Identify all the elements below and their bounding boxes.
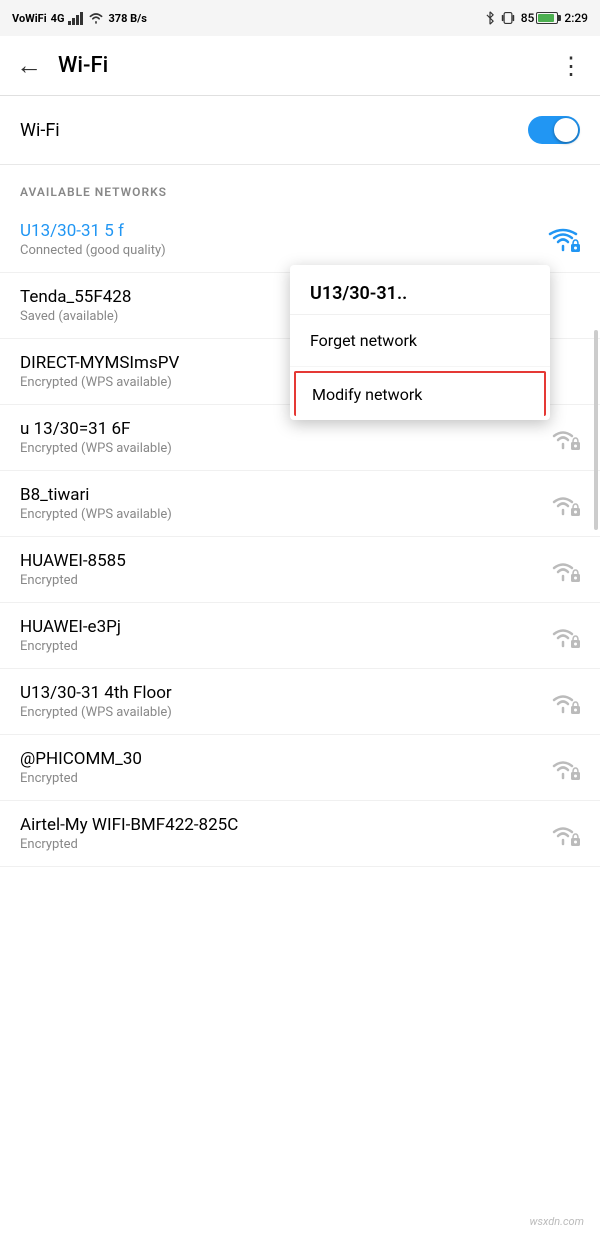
network-info: Airtel-My WIFI-BMF422-825C Encrypted [20,815,536,852]
battery-pct: 85 [521,11,535,25]
download-speed: 378 B/s [108,12,146,25]
wifi-lock-icon [546,556,580,584]
battery-indicator: 85 [521,11,559,25]
wifi-lock-icon [546,226,580,254]
app-bar: ← Wi-Fi ⋮ [0,36,600,96]
network-item[interactable]: Airtel-My WIFI-BMF422-825C Encrypted [0,801,600,867]
network-info: U13/30-31 4th Floor Encrypted (WPS availa… [20,683,536,720]
modify-network-item[interactable]: Modify network [294,371,546,416]
wifi-lock-icon [546,688,580,716]
more-options-button[interactable]: ⋮ [559,52,584,80]
back-button[interactable]: ← [16,50,42,81]
network-item[interactable]: B8_tiwari Encrypted (WPS available) [0,471,600,537]
status-bar: VoWiFi 4G 378 B/s 85 [0,0,600,36]
status-left: VoWiFi 4G 378 B/s [12,11,147,25]
network-status: Encrypted (WPS available) [20,441,536,456]
network-info: HUAWEI-8585 Encrypted [20,551,536,588]
watermark: wsxdn.com [530,1215,584,1228]
network-info: HUAWEI-e3Pj Encrypted [20,617,536,654]
wifi-lock-icon [546,622,580,650]
network-info: @PHICOMM_30 Encrypted [20,749,536,786]
signal-bars-icon [68,11,84,25]
wifi-lock-icon [546,424,580,452]
network-info: U13/30-31 5 f Connected (good quality) [20,221,536,258]
toggle-knob [554,118,578,142]
network-name: Airtel-My WIFI-BMF422-825C [20,815,536,835]
wifi-lock-icon [546,820,580,848]
network-item[interactable]: U13/30-31 4th Floor Encrypted (WPS availa… [0,669,600,735]
network-info: u 13/30=31 6F Encrypted (WPS available) [20,419,536,456]
network-name: HUAWEI-e3Pj [20,617,536,637]
network-info: B8_tiwari Encrypted (WPS available) [20,485,536,522]
network-status: Encrypted [20,837,536,852]
forget-network-item[interactable]: Forget network [290,315,550,367]
wifi-toggle-switch[interactable] [528,116,580,144]
network-item[interactable]: HUAWEI-e3Pj Encrypted [0,603,600,669]
network-item[interactable]: @PHICOMM_30 Encrypted [0,735,600,801]
network-name: B8_tiwari [20,485,536,505]
scroll-indicator[interactable] [594,330,598,530]
available-networks-header: AVAILABLE NETWORKS [0,165,600,207]
network-name: U13/30-31 5 f [20,221,536,241]
time-label: 2:29 [564,11,588,25]
wifi-toggle-label: Wi-Fi [20,120,60,141]
network-status: Encrypted [20,771,536,786]
status-wifi-icon [88,11,104,25]
context-menu-title: U13/30-31.. [290,265,550,315]
carrier-label: VoWiFi [12,12,47,25]
battery-icon [536,12,558,24]
wifi-lock-icon [546,490,580,518]
network-status: Encrypted (WPS available) [20,705,536,720]
context-menu: U13/30-31.. Forget network Modify networ… [290,265,550,420]
network-name: U13/30-31 4th Floor [20,683,536,703]
network-status: Encrypted (WPS available) [20,507,536,522]
status-right: 85 2:29 [485,11,588,25]
signal-label: 4G [51,12,65,25]
network-item[interactable]: U13/30-31 5 f Connected (good quality) [0,207,600,273]
network-name: @PHICOMM_30 [20,749,536,769]
wifi-lock-icon [546,754,580,782]
network-item[interactable]: HUAWEI-8585 Encrypted [0,537,600,603]
network-status: Encrypted [20,573,536,588]
network-status: Encrypted [20,639,536,654]
network-name: HUAWEI-8585 [20,551,536,571]
vibrate-icon [501,11,515,25]
page-title: Wi-Fi [58,53,559,78]
network-status: Connected (good quality) [20,243,536,258]
bluetooth-icon [485,11,495,25]
wifi-toggle-row: Wi-Fi [0,96,600,165]
network-name: u 13/30=31 6F [20,419,536,439]
